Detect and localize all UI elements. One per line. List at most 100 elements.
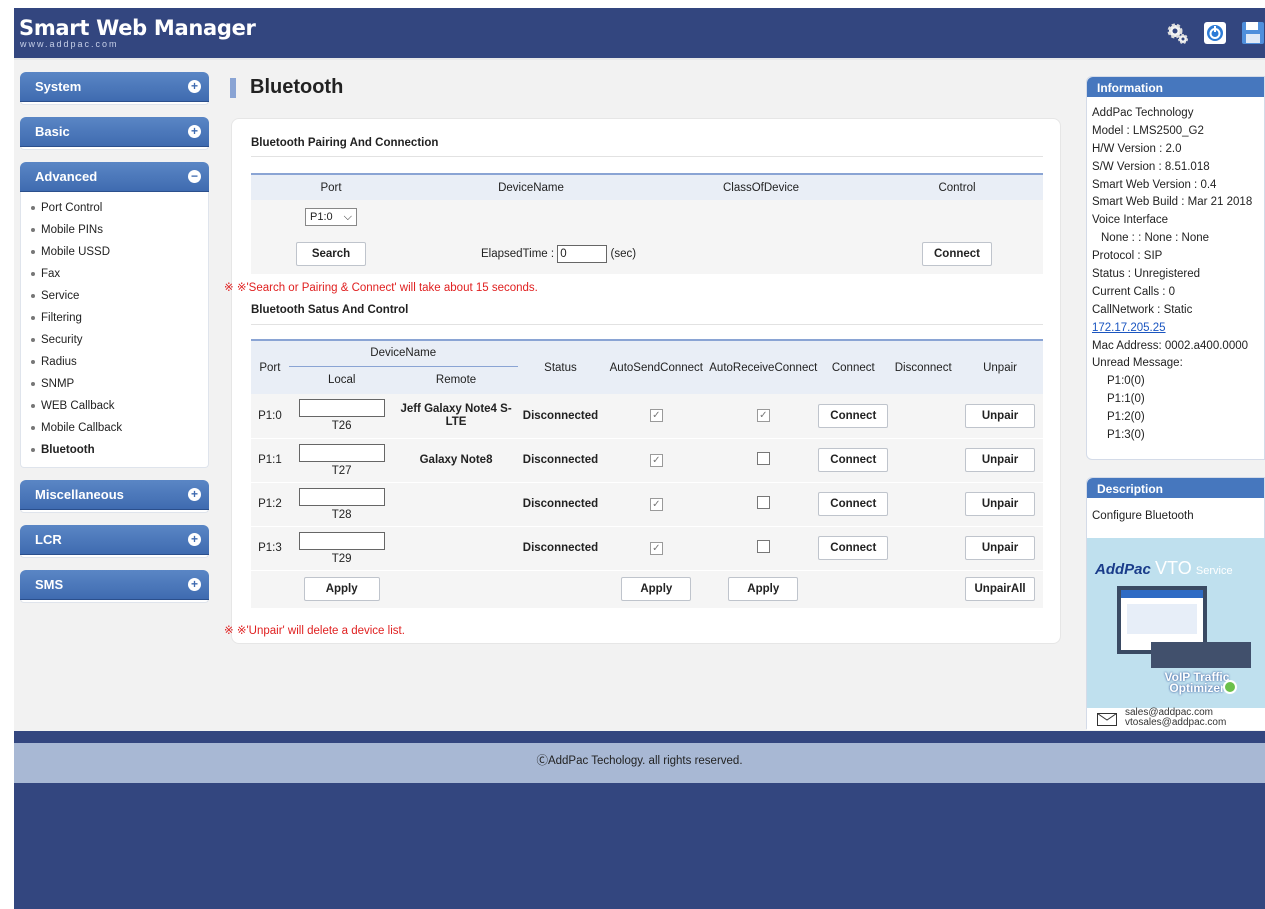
menu-group-sms: SMS + — [20, 570, 209, 603]
menu-head-label: SMS — [35, 577, 64, 592]
info-unread-p13: P1:3(0) — [1107, 429, 1145, 442]
menu-item-mobile-ussd[interactable]: Mobile USSD — [31, 241, 208, 263]
local-cell: T26 — [289, 394, 395, 438]
local-name-input[interactable] — [298, 487, 385, 506]
local-name-input[interactable] — [298, 399, 385, 418]
auto-send-checkbox[interactable]: ✓ — [649, 497, 663, 511]
menu-head-basic[interactable]: Basic + — [20, 117, 209, 146]
port-select[interactable]: P1:0 ⌵ — [305, 208, 357, 226]
menu-foot — [20, 599, 209, 603]
row-connect-button[interactable]: Connect — [818, 536, 889, 560]
local-name: T26 — [331, 420, 352, 433]
disconnect-cell — [889, 482, 957, 526]
menu-head-label: LCR — [35, 532, 62, 547]
remote-cell: Jeff Galaxy Note4 S-LTE — [400, 402, 512, 428]
status-cell: Disconnected — [522, 454, 599, 466]
menu-item-web-callback[interactable]: WEB Callback — [31, 395, 208, 417]
menu-item-label: Mobile Callback — [41, 422, 123, 434]
col-port: Port — [251, 173, 411, 200]
unpair-cell: Unpair — [957, 394, 1043, 438]
apply-auto-send-button[interactable]: Apply — [621, 577, 692, 602]
unpair-all-button[interactable]: UnpairAll — [965, 577, 1036, 602]
info-ip-link[interactable]: 172.17.205.25 — [1087, 320, 1264, 338]
menu-item-bluetooth[interactable]: Bluetooth — [31, 439, 208, 461]
auto-send-checkbox[interactable]: ✓ — [649, 409, 663, 423]
row-unpair-button[interactable]: Unpair — [965, 448, 1036, 472]
info-voice-interface-value: None : : None : None — [1101, 232, 1210, 245]
auto-receive-checkbox[interactable] — [756, 540, 770, 553]
auto-receive-checkbox[interactable] — [756, 452, 770, 465]
table-row: P1:2 T28 Disconnected ✓ Connect Unpair — [251, 482, 1043, 526]
auto-send-checkbox[interactable]: ✓ — [649, 453, 663, 467]
row-connect-button[interactable]: Connect — [818, 492, 889, 516]
advanced-items: Port Control Mobile PINs Mobile USSD Fax… — [20, 191, 209, 468]
pairing-note: ※ ※'Search or Pairing & Connect' will ta… — [224, 282, 538, 294]
vto-advertisement[interactable]: AddPac VTO Service VoIP Traffic Optimize… — [1087, 538, 1265, 730]
menu-head-miscellaneous[interactable]: Miscellaneous + — [20, 480, 209, 509]
menu-head-lcr[interactable]: LCR + — [20, 525, 209, 554]
menu-item-security[interactable]: Security — [31, 329, 208, 351]
menu-item-fax[interactable]: Fax — [31, 263, 208, 285]
info-company: AddPac Technology — [1092, 107, 1194, 119]
search-button[interactable]: Search — [296, 242, 366, 266]
menu-item-service[interactable]: Service — [31, 285, 208, 307]
menu-item-radius[interactable]: Radius — [31, 351, 208, 373]
local-name-input[interactable] — [298, 443, 385, 462]
auto-receive-checkbox[interactable] — [756, 496, 770, 509]
pair-connect-button[interactable]: Connect — [922, 242, 992, 266]
connect-cell: Connect — [817, 438, 889, 482]
info-unread-p10: P1:0(0) — [1107, 375, 1145, 388]
pairing-action-row: Search ElapsedTime : 0 (sec) Connect — [251, 234, 1043, 274]
gear-icon[interactable] — [1165, 21, 1189, 45]
menu-item-mobile-callback[interactable]: Mobile Callback — [31, 417, 208, 439]
pairing-section-title: Bluetooth Pairing And Connection — [251, 137, 439, 149]
col-auto-receive: AutoReceiveConnect — [709, 339, 818, 394]
menu-item-filtering[interactable]: Filtering — [31, 307, 208, 329]
local-name-input[interactable] — [298, 531, 385, 550]
auto-receive-checkbox[interactable]: ✓ — [756, 409, 770, 423]
menu-item-label: Bluetooth — [41, 444, 95, 456]
remote-cell — [395, 482, 518, 526]
menu-group-miscellaneous: Miscellaneous + — [20, 480, 209, 513]
row-connect-button[interactable]: Connect — [818, 448, 889, 472]
apply-local-cell: Apply — [289, 570, 395, 608]
menu-head-label: Advanced — [35, 169, 98, 184]
menu-head-system[interactable]: System + — [20, 72, 209, 101]
row-unpair-button[interactable]: Unpair — [965, 492, 1036, 516]
port-cell: P1:2 — [258, 498, 282, 510]
empty-cell — [251, 570, 289, 608]
auto-send-cell: ✓ — [603, 438, 709, 482]
menu-item-label: Security — [41, 334, 83, 346]
info-sw-version: S/W Version : 8.51.018 — [1092, 160, 1210, 173]
bullet-icon — [31, 337, 35, 342]
power-icon[interactable] — [1203, 21, 1227, 45]
app-subtitle: www.addpac.com — [20, 39, 119, 49]
menu-item-mobile-pins[interactable]: Mobile PINs — [31, 219, 208, 241]
bullet-icon — [31, 249, 35, 254]
save-icon[interactable] — [1241, 21, 1265, 45]
row-unpair-button[interactable]: Unpair — [965, 536, 1036, 560]
empty-cell — [817, 570, 957, 608]
plus-icon: + — [188, 578, 201, 591]
status-cell: Disconnected — [522, 542, 599, 554]
apply-local-button[interactable]: Apply — [303, 577, 380, 602]
auto-send-checkbox[interactable]: ✓ — [649, 541, 663, 555]
apply-auto-receive-button[interactable]: Apply — [728, 577, 799, 602]
col-device-name: DeviceName — [411, 173, 651, 200]
bullet-icon — [31, 315, 35, 320]
menu-item-port-control[interactable]: Port Control — [31, 197, 208, 219]
local-name: T27 — [331, 464, 352, 477]
row-unpair-button[interactable]: Unpair — [965, 403, 1036, 428]
menu-group-system: System + — [20, 72, 209, 105]
menu-head-advanced[interactable]: Advanced − — [20, 162, 209, 191]
info-call-network: CallNetwork : Static — [1092, 303, 1193, 316]
menu-head-sms[interactable]: SMS + — [20, 570, 209, 599]
elapsed-time-input[interactable]: 0 — [557, 245, 608, 263]
table-row: P1:1 T27 Galaxy Note8 Disconnected ✓ Con… — [251, 438, 1043, 482]
information-box: Information AddPac Technology Model : LM… — [1086, 76, 1265, 460]
auto-send-cell: ✓ — [603, 482, 709, 526]
row-connect-button[interactable]: Connect — [818, 403, 889, 428]
bullet-icon — [31, 293, 35, 298]
plus-icon: + — [188, 125, 201, 138]
menu-item-snmp[interactable]: SNMP — [31, 373, 208, 395]
